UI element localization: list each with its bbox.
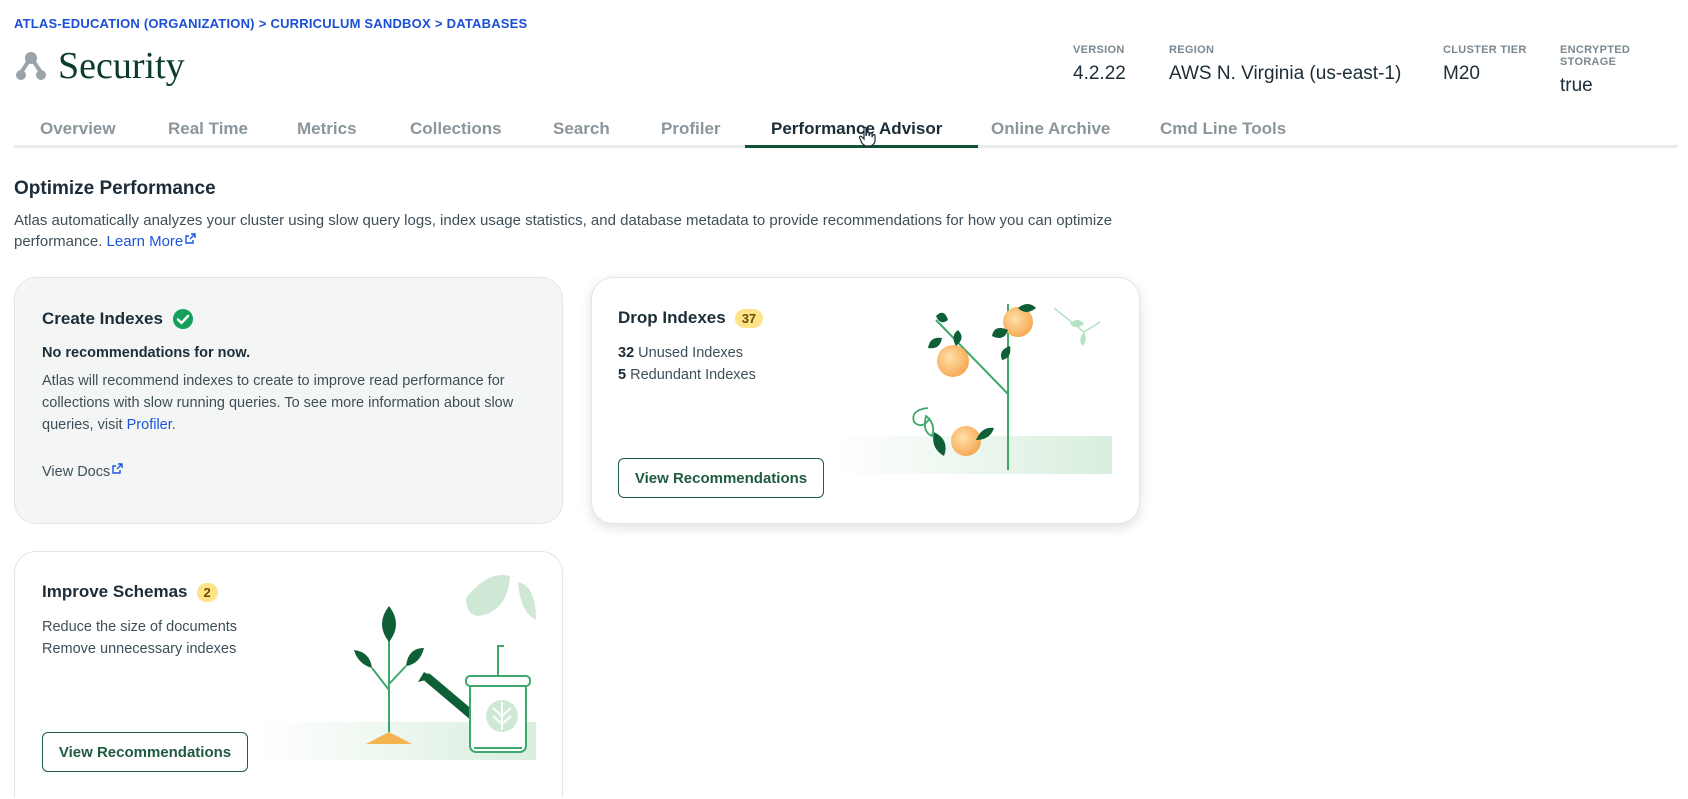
card-title: Improve Schemas 2: [42, 582, 218, 602]
drop-indexes-card: Drop Indexes 37 32 Unused Indexes 5 Redu…: [591, 277, 1140, 524]
unused-count: 32: [618, 345, 635, 361]
view-recommendations-button[interactable]: View Recommendations: [42, 732, 248, 772]
drop-indexes-title: Drop Indexes: [618, 308, 726, 327]
learn-more-label: Learn More: [106, 233, 184, 250]
improve-schemas-title: Improve Schemas: [42, 582, 188, 601]
create-indexes-title: Create Indexes: [42, 309, 163, 328]
view-docs-link[interactable]: View Docs: [42, 461, 123, 483]
tab-collections[interactable]: Collections: [410, 119, 502, 139]
learn-more-link[interactable]: Learn More: [107, 233, 197, 250]
breadcrumb-project[interactable]: CURRICULUM SANDBOX: [271, 16, 431, 31]
meta-version: VERSION 4.2.22: [1073, 44, 1126, 85]
meta-label: REGION: [1169, 44, 1215, 56]
redundant-label: Redundant Indexes: [630, 367, 756, 383]
meta-region: REGION AWS N. Virginia (us-east-1): [1169, 44, 1401, 85]
meta-value: 4.2.22: [1073, 63, 1126, 84]
breadcrumb: ATLAS-EDUCATION (ORGANIZATION) > CURRICULU…: [14, 16, 527, 31]
tab-performance-advisor[interactable]: Performance Advisor: [771, 119, 942, 139]
card-title: Create Indexes: [42, 308, 194, 330]
unused-indexes-line: 32 Unused Indexes: [618, 342, 743, 364]
meta-value: AWS N. Virginia (us-east-1): [1169, 63, 1402, 84]
redundant-count: 5: [618, 367, 627, 383]
create-indexes-card: Create Indexes No recommendations for no…: [14, 277, 563, 524]
meta-value: M20: [1443, 63, 1480, 84]
check-circle-icon: [172, 309, 193, 329]
meta-encrypted-storage: ENCRYPTED STORAGE true: [1560, 44, 1688, 97]
tab-overview[interactable]: Overview: [40, 119, 116, 139]
breadcrumb-org[interactable]: ATLAS-EDUCATION (ORGANIZATION): [14, 16, 255, 31]
breadcrumb-separator: >: [258, 16, 267, 31]
view-docs-label: View Docs: [42, 464, 111, 480]
meta-label: ENCRYPTED STORAGE: [1560, 44, 1631, 68]
tab-real-time[interactable]: Real Time: [168, 119, 248, 139]
view-recommendations-button[interactable]: View Recommendations: [618, 458, 824, 498]
count-badge: 2: [196, 582, 218, 602]
redundant-indexes-line: 5 Redundant Indexes: [618, 364, 756, 386]
meta-cluster-tier: CLUSTER TIER M20: [1443, 44, 1527, 85]
schema-recommendation-1: Reduce the size of documents: [42, 619, 238, 635]
watering-can-illustration: [260, 574, 536, 760]
tab-profiler[interactable]: Profiler: [661, 119, 721, 139]
hand-cursor-icon: [858, 126, 876, 147]
breadcrumb-section[interactable]: DATABASES: [447, 16, 528, 31]
external-link-icon: [112, 463, 123, 474]
external-link-icon: [185, 233, 196, 244]
section-title: Optimize Performance: [14, 178, 216, 199]
meta-label: VERSION: [1073, 44, 1125, 56]
create-indexes-status: No recommendations for now.: [42, 345, 251, 361]
description-text: .: [171, 417, 176, 433]
schema-recommendation-2: Remove unnecessary indexes: [42, 641, 237, 657]
tab-online-archive[interactable]: Online Archive: [991, 119, 1110, 139]
section-description: Atlas automatically analyzes your cluste…: [14, 210, 1164, 252]
meta-label: CLUSTER TIER: [1443, 44, 1527, 56]
improve-schemas-card: Improve Schemas 2 Reduce the size of doc…: [14, 551, 563, 798]
create-indexes-description: Atlas will recommend indexes to create t…: [42, 370, 542, 436]
tab-metrics[interactable]: Metrics: [297, 119, 357, 139]
meta-value: true: [1560, 75, 1593, 96]
description-text: Atlas will recommend indexes to create t…: [42, 373, 514, 433]
tab-search[interactable]: Search: [553, 119, 610, 139]
breadcrumb-separator: >: [434, 16, 443, 31]
page-title: Security: [58, 45, 185, 87]
unused-label: Unused Indexes: [638, 345, 743, 361]
page-header: Security: [14, 44, 185, 88]
card-title: Drop Indexes 37: [618, 308, 764, 328]
count-badge: 37: [734, 308, 764, 328]
orange-tree-illustration: [832, 304, 1112, 474]
tab-cmd-line-tools[interactable]: Cmd Line Tools: [1160, 119, 1286, 139]
atlas-cluster-icon: [16, 52, 46, 80]
tab-bar: Overview Real Time Metrics Collections S…: [14, 114, 1678, 148]
profiler-link[interactable]: Profiler: [127, 417, 172, 433]
